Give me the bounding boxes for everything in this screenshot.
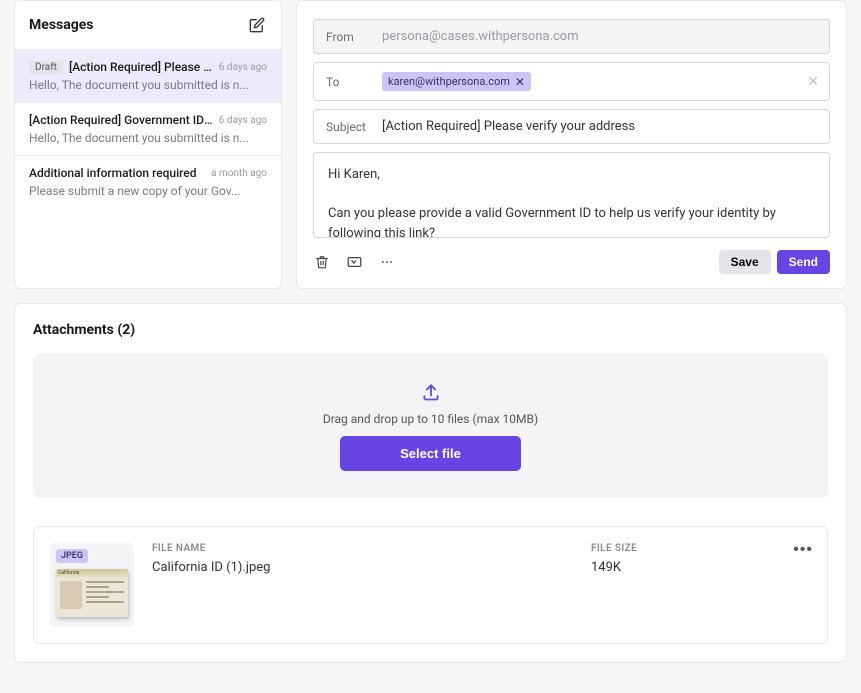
variable-button[interactable]: [345, 253, 364, 271]
save-button[interactable]: Save: [719, 250, 771, 274]
more-icon: •••: [793, 541, 813, 558]
attachments-panel: Attachments (2) Drag and drop up to 10 f…: [14, 303, 847, 663]
message-subject: [Action Required] Please verify yo...: [69, 60, 213, 74]
message-item[interactable]: Draft [Action Required] Please verify yo…: [15, 49, 281, 102]
file-name-header: FILE NAME: [152, 543, 591, 554]
message-time: a month ago: [211, 168, 267, 179]
chip-remove-icon[interactable]: ✕: [515, 76, 525, 88]
file-type-badge: JPEG: [56, 549, 88, 563]
message-item[interactable]: Additional information required a month …: [15, 155, 281, 208]
compose-icon: [249, 17, 265, 33]
variable-icon: [347, 255, 362, 269]
file-size-value: 149K: [591, 560, 811, 575]
message-preview: Hello, The document you submitted is n..…: [29, 131, 267, 145]
subject-field[interactable]: Subject [Action Required] Please verify …: [313, 109, 830, 144]
file-more-button[interactable]: •••: [789, 537, 817, 563]
compose-button[interactable]: [247, 15, 267, 35]
message-preview: Hello, The document you submitted is n..…: [29, 78, 267, 92]
delete-button[interactable]: [313, 253, 331, 271]
body-textarea[interactable]: Hi Karen, Can you please provide a valid…: [313, 152, 830, 238]
to-label: To: [326, 75, 370, 89]
dropzone-hint: Drag and drop up to 10 files (max 10MB): [323, 412, 538, 426]
from-label: From: [326, 30, 370, 44]
message-subject: Additional information required: [29, 166, 196, 180]
messages-panel: Messages Draft [Action Required] Please …: [14, 0, 282, 289]
recipient-chip[interactable]: karen@withpersona.com ✕: [382, 72, 531, 91]
attachment-card: JPEG California FILE NAME California ID …: [33, 526, 828, 644]
id-header-strip: California: [56, 569, 128, 577]
message-subject: [Action Required] Government ID is req..…: [29, 113, 213, 127]
more-button[interactable]: [378, 253, 396, 271]
file-thumbnail[interactable]: JPEG California: [50, 543, 134, 627]
message-time: 6 days ago: [219, 62, 267, 73]
to-field[interactable]: To karen@withpersona.com ✕ ✕: [313, 62, 830, 101]
id-photo: [60, 581, 82, 609]
message-time: 6 days ago: [219, 115, 267, 126]
trash-icon: [315, 255, 329, 269]
id-card-preview: California: [56, 569, 128, 617]
message-item[interactable]: [Action Required] Government ID is req..…: [15, 102, 281, 155]
file-dropzone[interactable]: Drag and drop up to 10 files (max 10MB) …: [33, 354, 828, 498]
body-line: Can you please provide a valid Governmen…: [328, 204, 815, 238]
recipient-email: karen@withpersona.com: [388, 75, 510, 88]
draft-badge: Draft: [29, 61, 63, 74]
compose-toolbar: Save Send: [313, 250, 830, 274]
clear-recipients-icon[interactable]: ✕: [807, 74, 819, 90]
more-icon: [380, 255, 394, 269]
messages-title: Messages: [29, 17, 93, 33]
from-field[interactable]: From persona@cases.withpersona.com: [313, 19, 830, 54]
file-name-value: California ID (1).jpeg: [152, 560, 591, 575]
file-size-header: FILE SIZE: [591, 543, 811, 554]
compose-panel: From persona@cases.withpersona.com To ka…: [296, 0, 847, 289]
select-file-button[interactable]: Select file: [340, 436, 521, 471]
id-text-lines: [86, 581, 124, 606]
send-button[interactable]: Send: [777, 250, 830, 274]
attachments-title: Attachments (2): [33, 322, 828, 338]
from-value: persona@cases.withpersona.com: [382, 29, 579, 44]
subject-label: Subject: [326, 120, 370, 134]
messages-header: Messages: [15, 1, 281, 49]
message-preview: Please submit a new copy of your Gov...: [29, 184, 267, 198]
upload-icon: [421, 382, 441, 402]
subject-value: [Action Required] Please verify your add…: [382, 119, 635, 134]
body-line: Hi Karen,: [328, 165, 815, 185]
